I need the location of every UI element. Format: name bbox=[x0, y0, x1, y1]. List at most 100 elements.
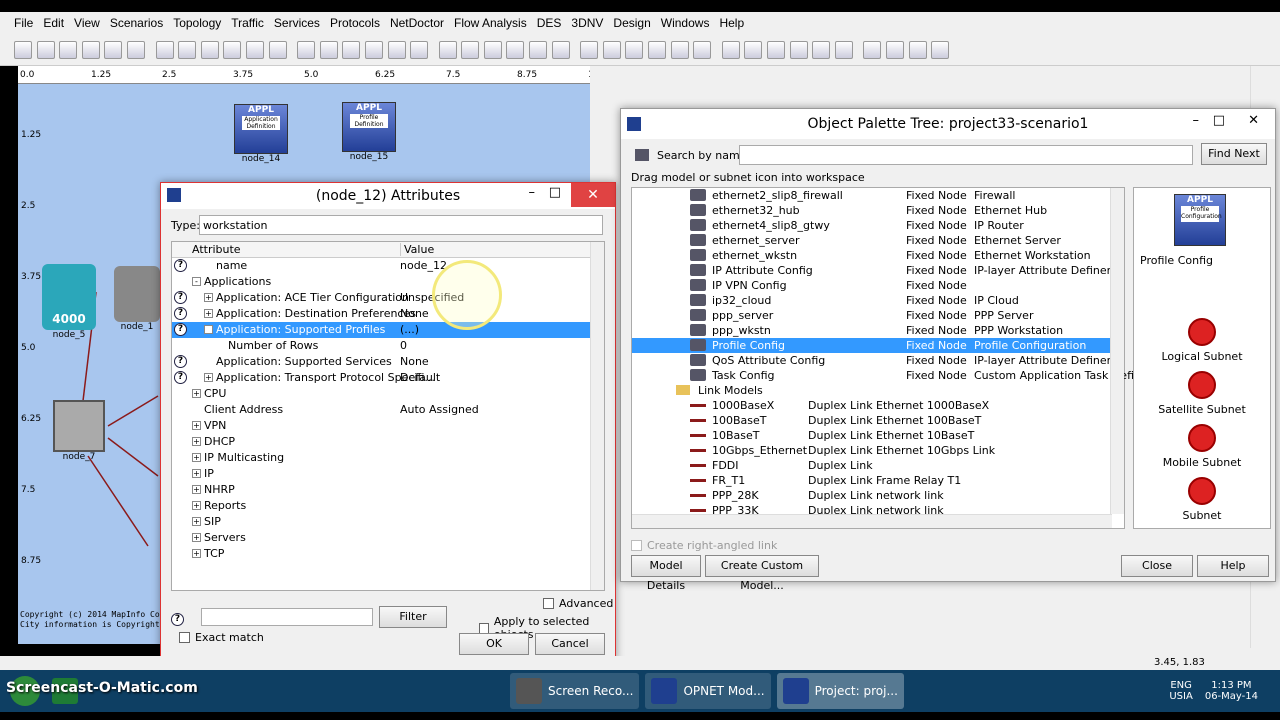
maximize-button[interactable]: □ bbox=[1213, 113, 1225, 128]
toolbar-tool-icon[interactable] bbox=[506, 40, 525, 59]
subnet-item[interactable]: Logical Subnet bbox=[1134, 318, 1270, 363]
node-14[interactable]: APPL Application Definition node_14 bbox=[232, 104, 290, 164]
model-details-button[interactable]: Model Details bbox=[631, 555, 701, 592]
palette-node-item[interactable]: ethernet_wkstn Fixed Node Ethernet Worksta… bbox=[632, 248, 1124, 263]
attribute-row[interactable]: - Applications bbox=[172, 274, 604, 290]
palette-close-button[interactable]: Close bbox=[1121, 555, 1193, 577]
toolbar-tool-icon[interactable] bbox=[580, 40, 599, 59]
ok-button[interactable]: OK bbox=[459, 633, 529, 655]
expand-icon[interactable]: + bbox=[204, 293, 213, 302]
help-icon[interactable]: ? bbox=[174, 355, 187, 368]
toolbar-tool-icon[interactable] bbox=[648, 40, 667, 59]
toolbar-tool-icon[interactable] bbox=[387, 40, 406, 59]
toolbar-tool-icon[interactable] bbox=[438, 40, 457, 59]
attribute-row[interactable]: + Reports bbox=[172, 498, 604, 514]
menu-help[interactable]: Help bbox=[719, 16, 744, 30]
minimize-button[interactable]: – bbox=[529, 185, 536, 200]
create-custom-model-button[interactable]: Create Custom Model... bbox=[705, 555, 819, 592]
help-icon[interactable]: ? bbox=[174, 371, 187, 384]
search-input[interactable] bbox=[739, 145, 1193, 165]
palette-link-item[interactable]: PPP_28K Duplex Link network link bbox=[632, 488, 1124, 503]
palette-node-item[interactable]: IP Attribute Config Fixed Node IP-layer At… bbox=[632, 263, 1124, 278]
toolbar-tool-icon[interactable] bbox=[59, 40, 78, 59]
collapse-icon[interactable]: - bbox=[192, 277, 201, 286]
toolbar-tool-icon[interactable] bbox=[245, 40, 264, 59]
subnet-item[interactable]: Mobile Subnet bbox=[1134, 424, 1270, 469]
palette-node-item[interactable]: ethernet32_hub Fixed Node Ethernet Hub bbox=[632, 203, 1124, 218]
menu-topology[interactable]: Topology bbox=[173, 16, 221, 30]
exact-match-checkbox[interactable]: Exact match bbox=[179, 631, 264, 644]
toolbar-tool-icon[interactable] bbox=[268, 40, 287, 59]
toolbar-tool-icon[interactable] bbox=[812, 40, 831, 59]
menu-windows[interactable]: Windows bbox=[661, 16, 710, 30]
toolbar-tool-icon[interactable] bbox=[789, 40, 808, 59]
palette-node-item[interactable]: ethernet2_slip8_firewall Fixed Node Firewa… bbox=[632, 188, 1124, 203]
filter-input[interactable] bbox=[201, 608, 373, 626]
profile-config-icon[interactable]: APPL Profile Configuration bbox=[1174, 194, 1226, 246]
toolbar-tool-icon[interactable] bbox=[461, 40, 480, 59]
expand-icon[interactable]: + bbox=[192, 469, 201, 478]
menu-view[interactable]: View bbox=[74, 16, 100, 30]
table-scrollbar[interactable] bbox=[590, 242, 604, 590]
palette-node-item[interactable]: IP VPN Config Fixed Node bbox=[632, 278, 1124, 293]
palette-help-button[interactable]: Help bbox=[1197, 555, 1269, 577]
expand-icon[interactable]: + bbox=[192, 485, 201, 494]
toolbar-tool-icon[interactable] bbox=[104, 40, 123, 59]
filter-help-icon[interactable]: ? bbox=[171, 611, 184, 626]
palette-link-item[interactable]: FDDI Duplex Link bbox=[632, 458, 1124, 473]
menu-design[interactable]: Design bbox=[613, 16, 650, 30]
help-icon[interactable]: ? bbox=[174, 259, 187, 272]
subnet-item[interactable]: Satellite Subnet bbox=[1134, 371, 1270, 416]
attribute-row[interactable]: + VPN bbox=[172, 418, 604, 434]
palette-node-item[interactable]: ip32_cloud Fixed Node IP Cloud bbox=[632, 293, 1124, 308]
column-value[interactable]: Value bbox=[400, 243, 434, 256]
expand-icon[interactable]: + bbox=[204, 309, 213, 318]
toolbar-tool-icon[interactable] bbox=[908, 40, 927, 59]
attribute-row[interactable]: Number of Rows 0 bbox=[172, 338, 604, 354]
toolbar-tool-icon[interactable] bbox=[551, 40, 570, 59]
attribute-row[interactable]: + NHRP bbox=[172, 482, 604, 498]
menu-services[interactable]: Services bbox=[274, 16, 320, 30]
toolbar-tool-icon[interactable] bbox=[81, 40, 100, 59]
toolbar-tool-icon[interactable] bbox=[863, 40, 882, 59]
toolbar-tool-icon[interactable] bbox=[885, 40, 904, 59]
close-button[interactable]: ✕ bbox=[571, 183, 615, 207]
menu-traffic[interactable]: Traffic bbox=[231, 16, 264, 30]
toolbar-tool-icon[interactable] bbox=[364, 40, 383, 59]
subnet-item[interactable]: Subnet bbox=[1134, 477, 1270, 522]
attribute-row[interactable]: ? + Application: ACE Tier Configuration Uns… bbox=[172, 290, 604, 306]
palette-link-item[interactable]: FR_T1 Duplex Link Frame Relay T1 bbox=[632, 473, 1124, 488]
attribute-row[interactable]: + IP Multicasting bbox=[172, 450, 604, 466]
node-15[interactable]: APPL Profile Definition node_15 bbox=[340, 102, 398, 162]
expand-icon[interactable]: + bbox=[204, 373, 213, 382]
toolbar-tool-icon[interactable] bbox=[155, 40, 174, 59]
palette-node-item[interactable]: Profile Config Fixed Node Profile Configur… bbox=[632, 338, 1124, 353]
expand-icon[interactable]: + bbox=[192, 501, 201, 510]
minimize-button[interactable]: – bbox=[1193, 113, 1200, 128]
close-button[interactable]: ✕ bbox=[1248, 113, 1259, 128]
attribute-row[interactable]: ? - Application: Supported Profiles (...) bbox=[172, 322, 604, 338]
palette-node-item[interactable]: ethernet_server Fixed Node Ethernet Server bbox=[632, 233, 1124, 248]
attribute-row[interactable]: ? + Application: Destination Preferences No… bbox=[172, 306, 604, 322]
tree-hscroll[interactable] bbox=[632, 514, 1112, 528]
toolbar-tool-icon[interactable] bbox=[834, 40, 853, 59]
menu-scenarios[interactable]: Scenarios bbox=[110, 16, 163, 30]
toolbar-tool-icon[interactable] bbox=[126, 40, 145, 59]
expand-icon[interactable]: + bbox=[192, 517, 201, 526]
toolbar-tool-icon[interactable] bbox=[410, 40, 429, 59]
attribute-row[interactable]: Client Address Auto Assigned bbox=[172, 402, 604, 418]
help-icon[interactable]: ? bbox=[174, 307, 187, 320]
collapse-icon[interactable]: - bbox=[204, 325, 213, 334]
attribute-row[interactable]: + TCP bbox=[172, 546, 604, 562]
menu-flow-analysis[interactable]: Flow Analysis bbox=[454, 16, 527, 30]
expand-icon[interactable]: + bbox=[192, 549, 201, 558]
expand-icon[interactable]: + bbox=[192, 437, 201, 446]
column-attribute[interactable]: Attribute bbox=[192, 243, 241, 256]
toolbar-tool-icon[interactable] bbox=[767, 40, 785, 59]
toolbar-tool-icon[interactable] bbox=[625, 40, 644, 59]
menu-des[interactable]: DES bbox=[537, 16, 562, 30]
tree-vscroll[interactable] bbox=[1110, 188, 1124, 514]
toolbar-tool-icon[interactable] bbox=[319, 40, 338, 59]
attribute-row[interactable]: + Servers bbox=[172, 530, 604, 546]
toolbar-tool-icon[interactable] bbox=[721, 40, 740, 59]
